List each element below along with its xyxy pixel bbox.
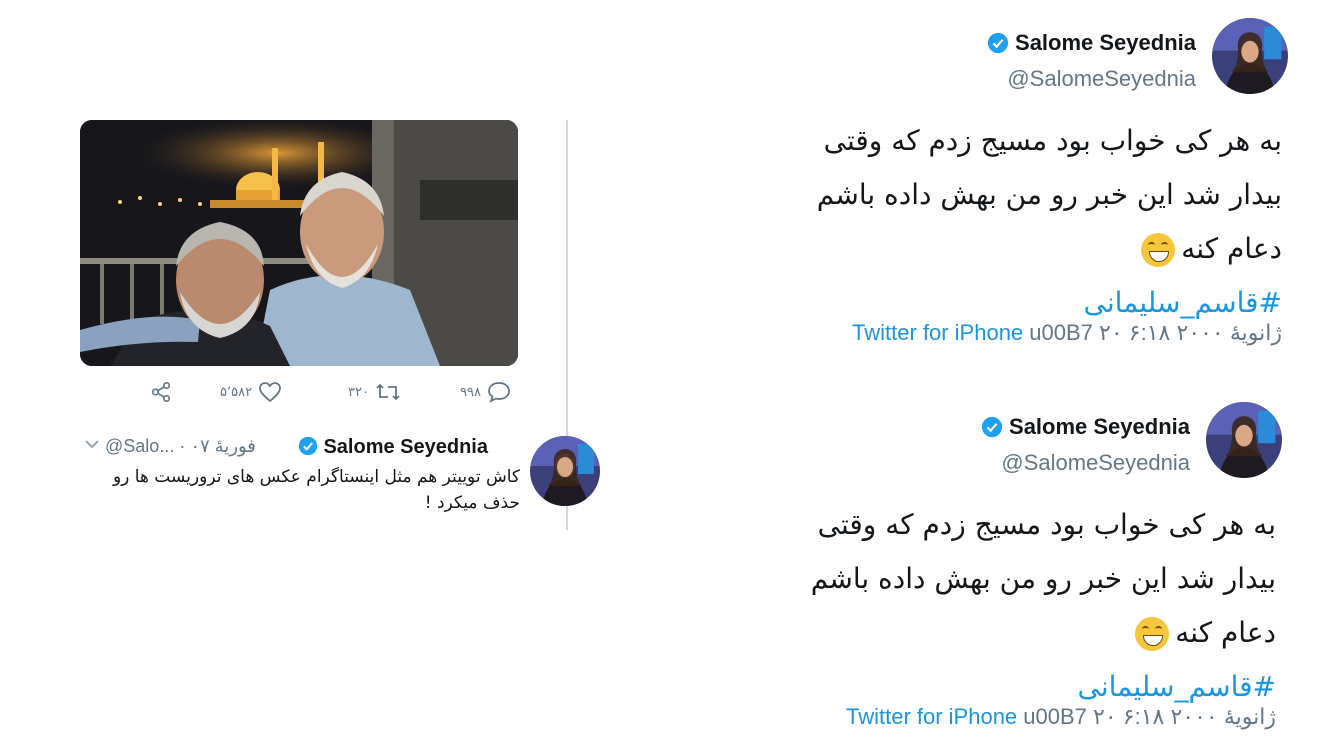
tweet-text-line: بیدار شد این خبر رو من بهش داده باشم — [816, 178, 1282, 211]
tweet-source-link[interactable]: Twitter for iPhone — [846, 704, 1017, 729]
avatar-image — [530, 436, 600, 506]
avatar[interactable] — [1206, 402, 1282, 478]
avatar-image — [1212, 18, 1288, 94]
like-icon — [259, 382, 281, 403]
grin-emoji-icon — [1135, 617, 1170, 651]
author-name: Salome Seyednia — [1015, 30, 1196, 55]
tweet-meta: @Salo... · ۰۷ فوريهٔ — [84, 436, 256, 457]
author-handle[interactable]: @SalomeSeyednia — [1007, 66, 1196, 92]
tweet-text-line-with-emoji: دعام کنه — [776, 606, 1276, 660]
grin-emoji-icon — [1141, 233, 1176, 267]
tweet-text: به هر کی خواب بود مسیج زدم که وقتی بیدار… — [776, 498, 1276, 714]
tweet-text-line: به هر کی خواب بود مسیج زدم که وقتی — [823, 124, 1282, 157]
share-button[interactable] — [150, 380, 172, 404]
tweet-source-link[interactable]: Twitter for iPhone — [852, 320, 1023, 345]
tweet-text: کاش توییتر هم مثل اینستاگرام عکس های ترو… — [112, 467, 520, 513]
chevron-down-icon[interactable] — [84, 438, 100, 450]
retweet-count: ۳۲۰ — [348, 384, 369, 400]
avatar[interactable] — [530, 436, 600, 506]
tweet-photo[interactable] — [80, 120, 518, 366]
left-tweet-card: ۵٬۵۸۲ ۳۲۰ ۹۹۸ Salome Seyednia @Salo... ·… — [70, 100, 600, 530]
tweet-timestamp[interactable]: u00B7 ۲۰ ژانویهٔ ۲۰۰۰ ۶:۱۸ — [1029, 320, 1282, 345]
author-name-row[interactable]: Salome Seyednia — [298, 436, 488, 459]
retweet-button[interactable]: ۳۲۰ — [348, 380, 401, 404]
tweet-meta: Twitter for iPhone u00B7 ۲۰ ژانویهٔ ۲۰۰۰… — [846, 704, 1276, 730]
tweet-text-line: دعام کنه — [1181, 232, 1282, 265]
author-name: Salome Seyednia — [1009, 414, 1190, 439]
avatar-image — [1206, 402, 1282, 478]
author-name-row[interactable]: Salome Seyednia — [987, 30, 1196, 56]
verified-badge-icon — [981, 416, 1003, 438]
tweet-meta: Twitter for iPhone u00B7 ۲۰ ژانویهٔ ۲۰۰۰… — [852, 320, 1282, 346]
tweet-card: Salome Seyednia @SalomeSeyednia به هر کی… — [778, 8, 1288, 358]
tweet-text-line: دعام کنه — [1175, 616, 1276, 649]
author-name-row[interactable]: Salome Seyednia — [981, 414, 1190, 440]
tweet-meta-text: @Salo... · ۰۷ فوريهٔ — [105, 436, 256, 456]
tweet-text-line-with-emoji: دعام کنه — [782, 222, 1282, 276]
verified-badge-icon — [987, 32, 1009, 54]
share-icon — [151, 382, 171, 402]
reply-icon — [488, 382, 510, 403]
reply-count: ۹۹۸ — [460, 384, 481, 400]
author-name: Salome Seyednia — [323, 436, 488, 458]
like-button[interactable]: ۵٬۵۸۲ — [220, 380, 282, 404]
retweet-icon — [376, 383, 400, 401]
like-count: ۵٬۵۸۲ — [220, 384, 253, 400]
reply-button[interactable]: ۹۹۸ — [460, 380, 511, 404]
tweet-text: به هر کی خواب بود مسیج زدم که وقتی بیدار… — [782, 114, 1282, 330]
avatar[interactable] — [1212, 18, 1288, 94]
tweet-action-bar: ۵٬۵۸۲ ۳۲۰ ۹۹۸ — [150, 380, 520, 404]
verified-badge-icon — [298, 436, 318, 456]
author-handle[interactable]: @SalomeSeyednia — [1001, 450, 1190, 476]
shrine-night-photo — [80, 120, 518, 366]
tweet-card: Salome Seyednia @SalomeSeyednia به هر کی… — [772, 392, 1282, 744]
tweet-timestamp[interactable]: u00B7 ۲۰ ژانویهٔ ۲۰۰۰ ۶:۱۸ — [1023, 704, 1276, 729]
tweet-text-line: به هر کی خواب بود مسیج زدم که وقتی — [817, 508, 1276, 541]
tweet-text-line: بیدار شد این خبر رو من بهش داده باشم — [810, 562, 1276, 595]
